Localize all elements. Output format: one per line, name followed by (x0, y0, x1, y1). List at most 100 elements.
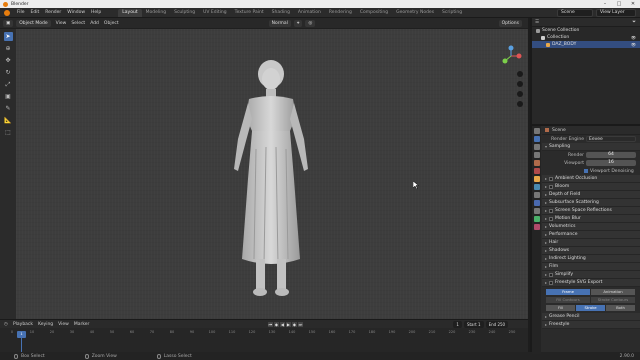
render-engine-select[interactable]: Eevee (586, 136, 636, 142)
tab-scripting[interactable]: Scripting (438, 9, 466, 17)
snap-toggle[interactable]: ⌖ (293, 19, 303, 27)
add-cube-tool-icon[interactable]: ⬚ (4, 128, 13, 137)
play-reverse-icon[interactable]: ◀ (279, 321, 285, 327)
menu-render[interactable]: Render (42, 10, 64, 15)
cursor-tool-icon[interactable]: ⊕ (4, 44, 13, 53)
panel-checkbox[interactable] (549, 280, 554, 285)
camera-view-icon[interactable] (517, 91, 523, 97)
mode-selector[interactable]: Object Mode (16, 19, 51, 27)
close-button[interactable]: ✕ (626, 0, 640, 8)
physics-tab-icon[interactable] (533, 200, 540, 206)
outliner-row[interactable]: DAZ_BODY 👁 (532, 41, 640, 48)
viewport-menu-select[interactable]: Select (71, 21, 85, 26)
annotate-tool-icon[interactable]: ✎ (4, 104, 13, 113)
segment-option[interactable]: Fill Contours (546, 297, 590, 303)
character-model[interactable] (216, 59, 326, 309)
view-layer-selector[interactable]: View Layer (596, 9, 636, 17)
timeline-menu-playback[interactable]: Playback (13, 322, 33, 327)
minimize-button[interactable]: – (598, 0, 612, 8)
zoom-view-icon[interactable] (517, 71, 523, 77)
viewport-menu-view[interactable]: View (56, 21, 67, 26)
material-tab-icon[interactable] (533, 224, 540, 230)
tab-modeling[interactable]: Modeling (142, 9, 170, 17)
menu-help[interactable]: Help (88, 10, 104, 15)
prev-key-icon[interactable]: ◆ (273, 321, 279, 327)
jump-start-icon[interactable]: ⏮ (267, 321, 273, 327)
constraints-tab-icon[interactable] (533, 208, 540, 214)
panel-checkbox[interactable] (549, 272, 554, 277)
timeline-menu-marker[interactable]: Marker (74, 322, 90, 327)
navigation-gizmo-icon[interactable] (500, 45, 522, 67)
particles-tab-icon[interactable] (533, 192, 540, 198)
menu-file[interactable]: File (14, 10, 28, 15)
3d-viewport[interactable] (16, 29, 528, 319)
viewport-menu-object[interactable]: Object (104, 21, 119, 26)
tab-geometry-nodes[interactable]: Geometry Nodes (392, 9, 438, 17)
timeline-menu-keying[interactable]: Keying (38, 322, 53, 327)
segment-option[interactable]: Both (606, 305, 635, 311)
timeline-menu-view[interactable]: View (58, 322, 69, 327)
tab-layout[interactable]: Layout (118, 8, 142, 17)
render-samples-field[interactable]: 64 (586, 152, 636, 158)
sampling-panel[interactable]: ▾ Sampling (542, 143, 640, 151)
visibility-icon[interactable]: 👁 (631, 41, 636, 48)
current-frame-field[interactable]: 1 (453, 320, 462, 328)
filter-icon[interactable]: ⏷ (632, 19, 636, 25)
tab-shading[interactable]: Shading (268, 9, 294, 17)
menu-edit[interactable]: Edit (28, 10, 43, 15)
toggle-perspective-icon[interactable] (517, 101, 523, 107)
editor-type-button[interactable]: ▣ (3, 19, 14, 27)
move-tool-icon[interactable]: ✥ (4, 56, 13, 65)
end-frame-field[interactable]: End 250 (485, 320, 509, 328)
jump-end-icon[interactable]: ⏭ (297, 321, 303, 327)
transform-tool-icon[interactable]: ▣ (4, 92, 13, 101)
select-box-tool-icon[interactable]: ➤ (3, 32, 13, 41)
play-icon[interactable]: ▶ (285, 321, 291, 327)
orientation-selector[interactable]: Normal (268, 19, 291, 27)
data-tab-icon[interactable] (533, 216, 540, 222)
outliner-row[interactable]: Scene Collection (532, 27, 640, 34)
maximize-button[interactable]: □ (612, 0, 626, 8)
playhead[interactable] (21, 336, 22, 352)
view-layer-tab-icon[interactable] (533, 152, 540, 158)
tab-rendering[interactable]: Rendering (325, 9, 356, 17)
scale-tool-icon[interactable]: ⤢ (4, 80, 13, 89)
measure-tool-icon[interactable]: 📐 (4, 116, 13, 125)
render-tab-icon[interactable] (533, 136, 540, 142)
viewport-denoising-checkbox[interactable] (584, 169, 588, 173)
panel-checkbox[interactable] (549, 176, 554, 181)
panel-freestyle-svg-export[interactable]: ▸ Freestyle SVG Export (542, 279, 640, 287)
segment-option[interactable]: Stroke Contours (591, 297, 635, 303)
segment-option[interactable]: Frame (546, 289, 590, 295)
segment-option[interactable]: Fill (546, 305, 575, 311)
tool-tab-icon[interactable] (533, 128, 540, 134)
blender-menu-icon[interactable] (4, 9, 10, 16)
outliner-row[interactable]: Collection 👁 (532, 34, 640, 41)
pan-view-icon[interactable] (517, 81, 523, 87)
panel-checkbox[interactable] (549, 184, 554, 189)
object-tab-icon[interactable] (533, 176, 540, 182)
tab-animation[interactable]: Animation (294, 9, 325, 17)
viewport-samples-field[interactable]: 16 (586, 160, 636, 166)
tab-uv-editing[interactable]: UV Editing (199, 9, 230, 17)
menu-window[interactable]: Window (64, 10, 88, 15)
next-key-icon[interactable]: ◆ (291, 321, 297, 327)
panel-checkbox[interactable] (549, 208, 554, 213)
scene-selector[interactable]: Scene (557, 9, 593, 17)
modifier-tab-icon[interactable] (533, 184, 540, 190)
outliner-editor-icon[interactable]: ☰ (535, 20, 539, 25)
tab-sculpting[interactable]: Sculpting (170, 9, 199, 17)
options-button[interactable]: Options (498, 19, 522, 27)
viewport-menu-add[interactable]: Add (90, 21, 99, 26)
segment-option[interactable]: Animation (591, 289, 635, 295)
visibility-icon[interactable]: 👁 (631, 34, 636, 41)
world-tab-icon[interactable] (533, 168, 540, 174)
frame-ruler[interactable]: 0 10 20 30 40 50 60 70 80 90 100 110 120 130 140 150 160… (4, 330, 524, 338)
proportional-toggle[interactable]: ◎ (305, 19, 316, 27)
start-frame-field[interactable]: Start 1 (463, 320, 484, 328)
timeline[interactable]: 0 10 20 30 40 50 60 70 80 90 100 110 120 130 140 150 160… (0, 328, 528, 352)
panel-checkbox[interactable] (549, 216, 554, 221)
tab-texture-paint[interactable]: Texture Paint (231, 9, 268, 17)
output-tab-icon[interactable] (533, 144, 540, 150)
rotate-tool-icon[interactable]: ↻ (4, 68, 13, 77)
